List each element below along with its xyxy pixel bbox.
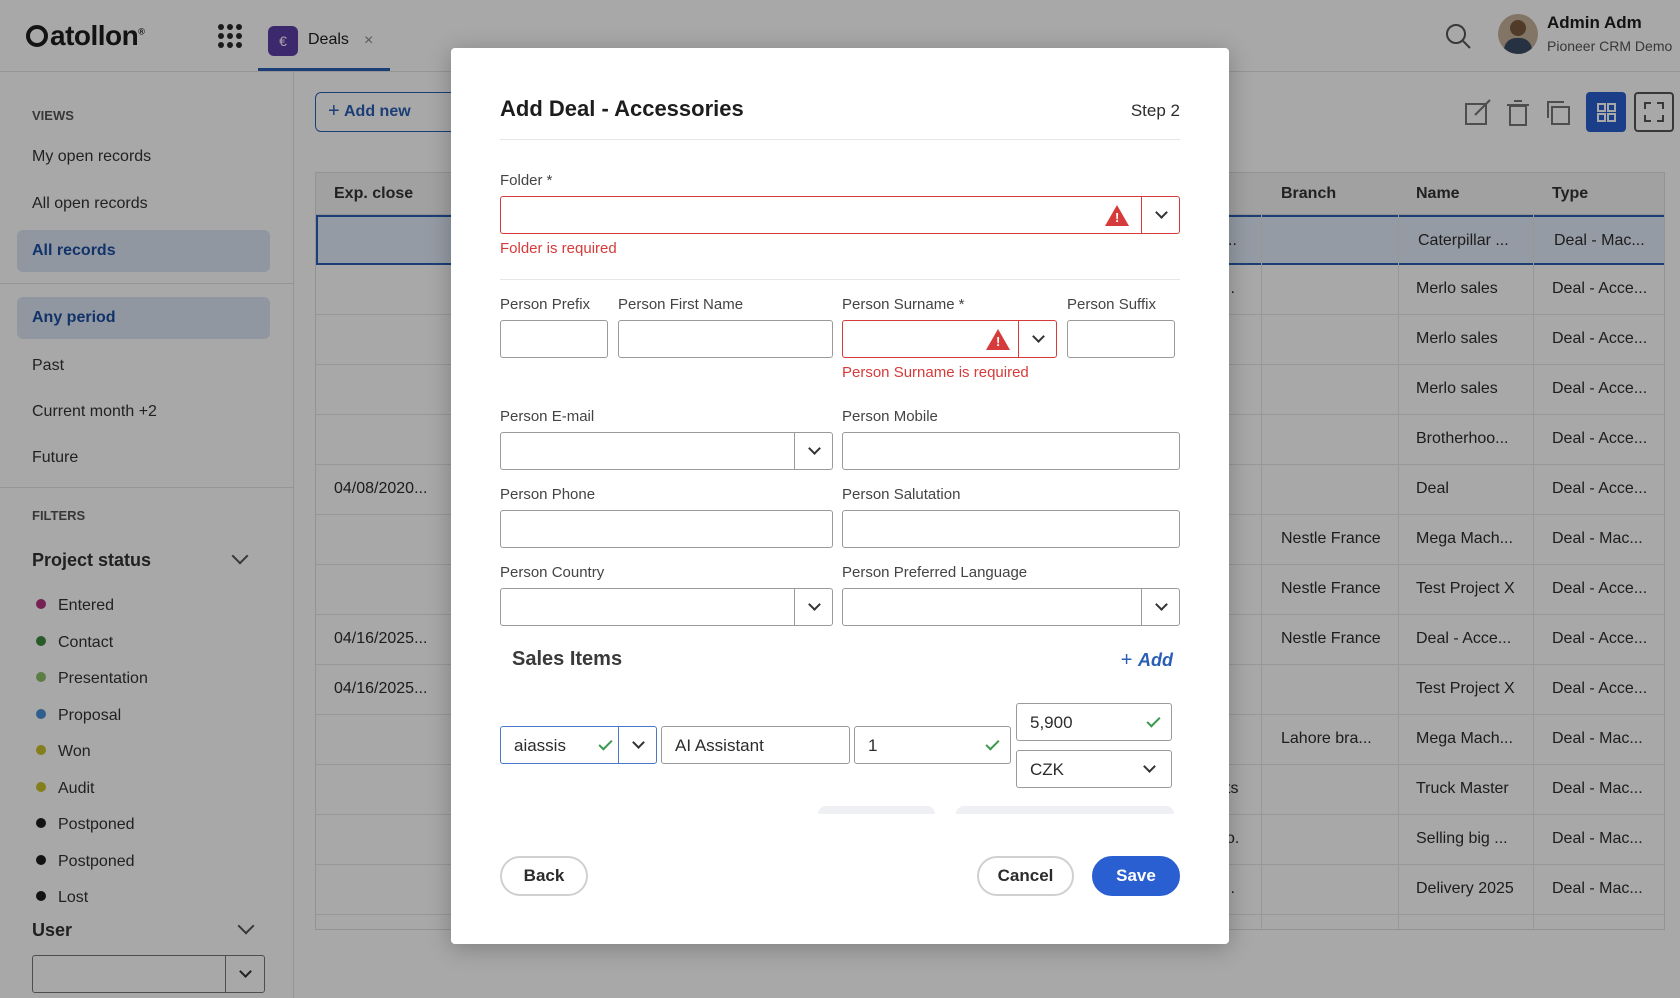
folder-select[interactable] bbox=[500, 196, 1180, 234]
plus-icon: + bbox=[1120, 649, 1138, 671]
person-suffix-input[interactable] bbox=[1067, 320, 1175, 358]
person-surname-error: Person Surname is required bbox=[842, 364, 1029, 381]
sales-items-title: Sales Items bbox=[512, 648, 623, 670]
chevron-down-icon[interactable] bbox=[1143, 760, 1156, 773]
person-first-name-label: Person First Name bbox=[618, 296, 744, 313]
person-prefix-input[interactable] bbox=[500, 320, 608, 358]
dialog-title: Add Deal - Accessories bbox=[500, 96, 744, 121]
chevron-down-icon[interactable] bbox=[808, 442, 821, 455]
warning-icon bbox=[1105, 205, 1129, 226]
check-icon bbox=[985, 736, 1000, 751]
add-sales-item-button[interactable]: + Add bbox=[1121, 649, 1173, 672]
cancel-button[interactable]: Cancel bbox=[977, 856, 1074, 896]
person-phone-label: Person Phone bbox=[500, 486, 596, 503]
check-icon bbox=[598, 736, 613, 751]
chevron-down-icon[interactable] bbox=[632, 736, 645, 749]
save-button[interactable]: Save bbox=[1092, 856, 1180, 896]
sales-item-quantity-input[interactable]: 1 bbox=[854, 726, 1011, 764]
person-mobile-label: Person Mobile bbox=[842, 408, 938, 425]
folder-error: Folder is required bbox=[500, 240, 617, 257]
person-country-label: Person Country bbox=[500, 564, 605, 581]
person-country-select[interactable] bbox=[500, 588, 833, 626]
chevron-down-icon[interactable] bbox=[808, 598, 821, 611]
folder-label: Folder * bbox=[500, 172, 553, 189]
person-surname-label: Person Surname * bbox=[842, 296, 965, 313]
sales-item-price-input[interactable]: 5,900 bbox=[1016, 703, 1172, 741]
person-salutation-input[interactable] bbox=[842, 510, 1180, 548]
person-salutation-label: Person Salutation bbox=[842, 486, 961, 503]
person-suffix-label: Person Suffix bbox=[1067, 296, 1156, 313]
person-first-name-input[interactable] bbox=[618, 320, 833, 358]
add-deal-dialog: Add Deal - Accessories Step 2 Folder* Fo… bbox=[451, 48, 1229, 944]
person-phone-input[interactable] bbox=[500, 510, 833, 548]
scroll-hint bbox=[956, 806, 1174, 814]
person-language-label: Person Preferred Language bbox=[842, 564, 1028, 581]
person-surname-select[interactable] bbox=[842, 320, 1057, 358]
person-mobile-input[interactable] bbox=[842, 432, 1180, 470]
person-language-select[interactable] bbox=[842, 588, 1180, 626]
sales-item-currency-select[interactable]: CZK bbox=[1016, 750, 1172, 788]
person-email-select[interactable] bbox=[500, 432, 833, 470]
chevron-down-icon[interactable] bbox=[1032, 330, 1045, 343]
sales-item-name-input[interactable]: AI Assistant bbox=[661, 726, 850, 764]
back-button[interactable]: Back bbox=[500, 856, 588, 896]
warning-icon bbox=[986, 329, 1010, 350]
chevron-down-icon[interactable] bbox=[1155, 598, 1168, 611]
person-email-label: Person E-mail bbox=[500, 408, 595, 425]
sales-item-code-select[interactable]: aiassis bbox=[500, 726, 657, 764]
step-indicator: Step 2 bbox=[1130, 101, 1180, 120]
person-prefix-label: Person Prefix bbox=[500, 296, 591, 313]
scroll-hint bbox=[818, 806, 935, 814]
chevron-down-icon[interactable] bbox=[1155, 206, 1168, 219]
divider bbox=[500, 139, 1180, 140]
divider bbox=[500, 279, 1180, 280]
check-icon bbox=[1146, 713, 1161, 728]
